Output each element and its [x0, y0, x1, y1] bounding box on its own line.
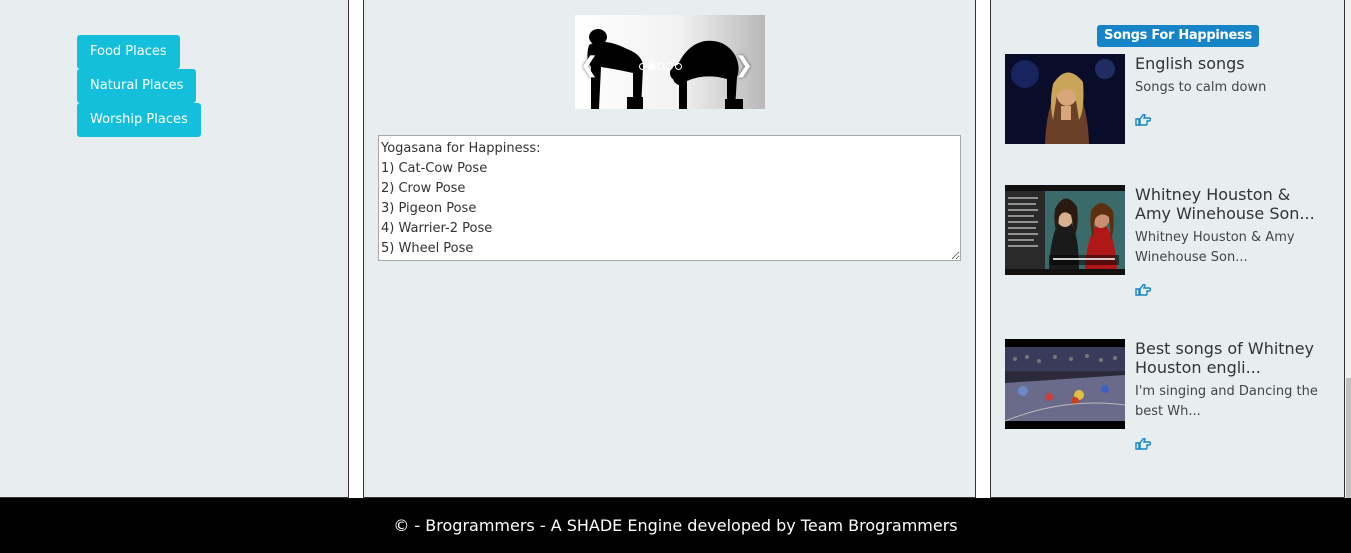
- songs-section-badge: Songs For Happiness: [1097, 25, 1259, 47]
- hand-point-right-icon[interactable]: [1135, 111, 1152, 126]
- song-description: Songs to calm down: [1135, 80, 1267, 95]
- carousel-dot[interactable]: [648, 63, 655, 70]
- hand-point-right-icon[interactable]: [1135, 281, 1152, 296]
- scrollbar-thumb[interactable]: [1346, 378, 1351, 498]
- carousel-dot[interactable]: [675, 63, 682, 70]
- yoga-asana-textarea[interactable]: Yogasana for Happiness: 1) Cat-Cow Pose …: [378, 135, 961, 261]
- chevron-right-icon[interactable]: ❯: [735, 55, 753, 77]
- footer-text: © - Brogrammers - A SHADE Engine develop…: [393, 516, 958, 535]
- song-description: Whitney Houston & Amy Winehouse Son...: [1135, 230, 1295, 265]
- song-thumbnail[interactable]: [1005, 54, 1125, 144]
- food-places-button[interactable]: Food Places: [77, 35, 180, 69]
- page-footer: © - Brogrammers - A SHADE Engine develop…: [0, 498, 1351, 553]
- natural-places-button[interactable]: Natural Places: [77, 69, 197, 103]
- carousel-indicators: [639, 63, 682, 70]
- carousel-dot[interactable]: [666, 63, 673, 70]
- worship-places-button[interactable]: Worship Places: [77, 103, 201, 137]
- chevron-left-icon[interactable]: ❮: [580, 55, 598, 77]
- song-thumbnail[interactable]: [1005, 339, 1125, 429]
- hand-point-right-icon[interactable]: [1135, 435, 1152, 450]
- song-description: I'm singing and Dancing the best Wh...: [1135, 384, 1318, 419]
- song-title[interactable]: Whitney Houston & Amy Winehouse Son...: [1135, 185, 1330, 223]
- song-thumbnail[interactable]: [1005, 185, 1125, 275]
- yoga-carousel[interactable]: ❮ ❯: [575, 15, 765, 109]
- carousel-dot[interactable]: [639, 63, 646, 70]
- carousel-dot[interactable]: [657, 63, 664, 70]
- song-title[interactable]: Best songs of Whitney Houston engli...: [1135, 339, 1330, 377]
- song-title[interactable]: English songs: [1135, 54, 1330, 73]
